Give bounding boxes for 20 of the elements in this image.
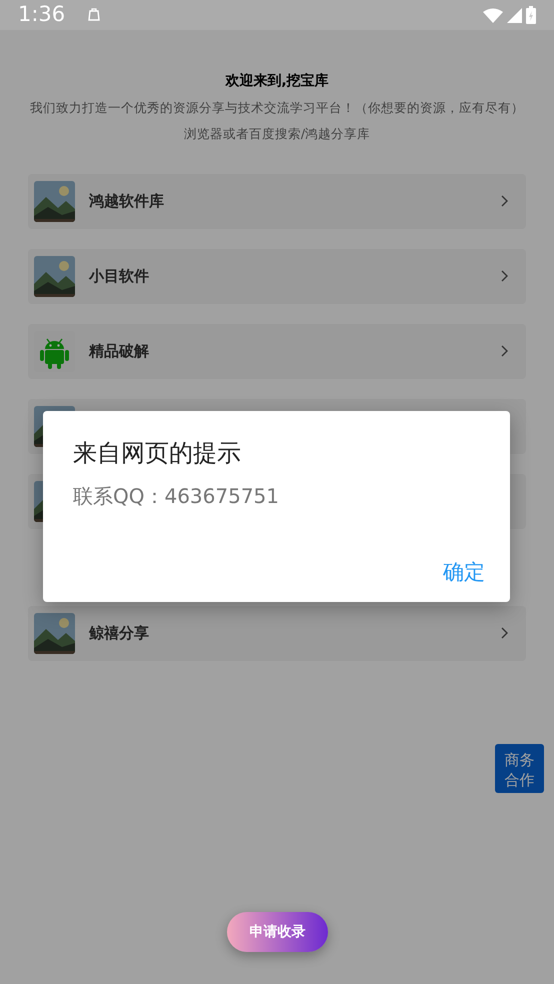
battery-icon xyxy=(526,6,536,24)
business-button[interactable]: 商务 合作 xyxy=(495,744,544,793)
wifi-icon xyxy=(483,8,503,22)
list-item[interactable]: 小目软件 xyxy=(28,248,526,304)
chevron-right-icon xyxy=(501,270,508,282)
page-title: 欢迎来到,挖宝库 xyxy=(224,72,330,91)
chevron-right-icon xyxy=(501,345,508,358)
status-time: 1:36 xyxy=(18,1,66,28)
chevron-right-icon xyxy=(501,195,508,208)
page-description: 我们致力打造一个优秀的资源分享与技术交流学习平台！（你想要的资源，应有尽有） xyxy=(29,99,525,117)
apply-button[interactable]: 申请收录 xyxy=(227,912,328,952)
chevron-right-icon xyxy=(501,627,508,640)
confirm-button[interactable]: 确定 xyxy=(443,556,485,588)
list-item[interactable]: 鲸禧分享 xyxy=(28,606,526,661)
list-item[interactable]: 鸿越软件库 xyxy=(28,174,526,229)
list-item[interactable]: 精品破解 xyxy=(28,324,526,379)
dialog-message: 联系QQ：463675751 xyxy=(73,483,280,510)
signal-icon xyxy=(507,8,522,22)
search-hint: 浏览器或者百度搜索/鸿越分享库 xyxy=(182,125,372,143)
dialog-title: 来自网页的提示 xyxy=(73,438,242,469)
